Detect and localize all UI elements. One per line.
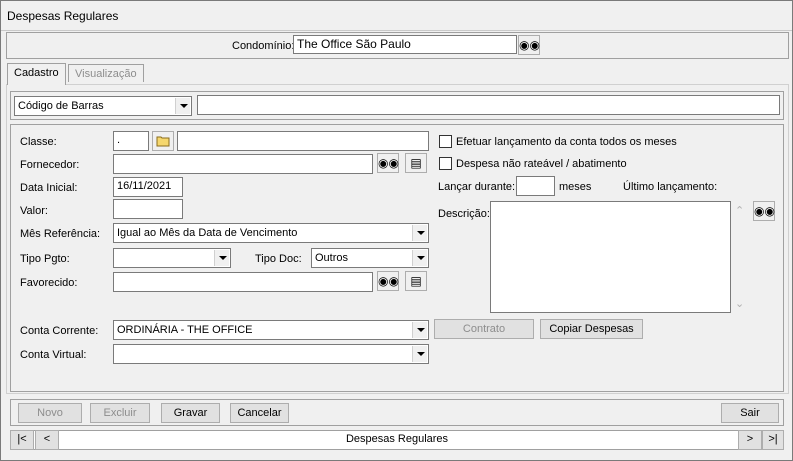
window: Despesas Regulares Condomínio: The Offic…	[0, 0, 793, 461]
fornecedor-label: Fornecedor:	[20, 159, 80, 171]
efetuar-label: Efetuar lançamento da conta todos os mes…	[456, 136, 677, 148]
edit-card-icon: ▤	[410, 274, 422, 288]
tipo-doc-label: Tipo Doc:	[255, 253, 302, 265]
data-inicial-input[interactable]: 16/11/2021	[113, 177, 183, 197]
classe-code-input[interactable]: .	[113, 131, 149, 151]
fornecedor-edit-button[interactable]: ▤	[405, 153, 427, 173]
novo-button[interactable]: Novo	[18, 403, 82, 423]
barcode-panel: Código de Barras	[10, 91, 784, 120]
cancelar-button[interactable]: Cancelar	[230, 403, 289, 423]
fornecedor-input[interactable]	[113, 154, 373, 174]
chevron-down-icon	[412, 225, 427, 241]
window-title: Despesas Regulares	[7, 9, 119, 23]
tipo-pgto-label: Tipo Pgto:	[20, 253, 70, 265]
favorecido-edit-button[interactable]: ▤	[405, 271, 427, 291]
excluir-button[interactable]: Excluir	[90, 403, 150, 423]
binoculars-icon: ◉◉	[378, 156, 399, 170]
copiar-despesas-button[interactable]: Copiar Despesas	[540, 319, 643, 339]
descricao-label: Descrição:	[438, 208, 490, 220]
valor-label: Valor:	[20, 205, 48, 217]
condominio-panel: Condomínio: The Office São Paulo ◉◉	[6, 32, 789, 59]
chevron-down-icon	[412, 250, 427, 266]
lancar-durante-input[interactable]	[516, 176, 555, 196]
barcode-input[interactable]	[197, 95, 780, 115]
nav-label: Despesas Regulares	[345, 433, 449, 445]
nav-first-button[interactable]: |<	[10, 430, 34, 450]
folder-icon	[156, 136, 170, 147]
data-inicial-label: Data Inicial:	[20, 182, 78, 194]
mes-referencia-select[interactable]: Igual ao Mês da Data de Vencimento	[113, 223, 429, 243]
classe-description-input[interactable]	[177, 131, 429, 151]
binoculars-icon: ◉◉	[378, 274, 399, 288]
tab-cadastro[interactable]: Cadastro	[7, 63, 66, 85]
search-favorecido-button[interactable]: ◉◉	[377, 271, 399, 291]
conta-corrente-value: ORDINÁRIA - THE OFFICE	[117, 324, 253, 336]
ultimo-lancamento-label: Último lançamento:	[623, 181, 718, 193]
conta-virtual-label: Conta Virtual:	[20, 349, 87, 361]
scroll-down-icon[interactable]: ⌄	[735, 297, 744, 310]
condominio-field[interactable]: The Office São Paulo	[293, 35, 517, 54]
edit-card-icon: ▤	[410, 156, 422, 170]
favorecido-label: Favorecido:	[20, 277, 78, 289]
tab-cadastro-label: Cadastro	[14, 67, 59, 79]
nav-next-button[interactable]: >	[738, 430, 762, 450]
contrato-button[interactable]: Contrato	[434, 319, 534, 339]
chevron-down-icon	[412, 322, 427, 338]
mes-referencia-value: Igual ao Mês da Data de Vencimento	[117, 227, 298, 239]
binoculars-icon: ◉◉	[754, 204, 775, 218]
descricao-textarea[interactable]	[490, 201, 731, 313]
tipo-doc-select[interactable]: Outros	[311, 248, 429, 268]
scroll-up-icon[interactable]: ⌃	[735, 204, 744, 217]
conta-corrente-select[interactable]: ORDINÁRIA - THE OFFICE	[113, 320, 429, 340]
mes-referencia-label: Mês Referência:	[20, 228, 101, 240]
sair-button[interactable]: Sair	[721, 403, 779, 423]
bottom-toolbar: Novo Excluir Gravar Cancelar Sair	[10, 399, 784, 426]
tab-visualizacao-label: Visualização	[75, 68, 137, 80]
tipo-pgto-select[interactable]	[113, 248, 231, 268]
tipo-doc-value: Outros	[315, 252, 349, 264]
barcode-type-value: Código de Barras	[18, 100, 104, 112]
gravar-button[interactable]: Gravar	[161, 403, 220, 423]
valor-input[interactable]	[113, 199, 183, 219]
nav-prev-button[interactable]: <	[35, 430, 59, 450]
efetuar-checkbox[interactable]	[439, 135, 452, 148]
nav-last-button[interactable]: >|	[762, 430, 784, 450]
barcode-type-select[interactable]: Código de Barras	[14, 96, 192, 116]
chevron-down-icon	[214, 250, 229, 266]
search-descricao-button[interactable]: ◉◉	[753, 201, 775, 221]
binoculars-icon: ◉◉	[519, 38, 540, 52]
condominio-label: Condomínio:	[232, 40, 295, 52]
search-fornecedor-button[interactable]: ◉◉	[377, 153, 399, 173]
record-navigator: |< < Despesas Regulares > >|	[10, 430, 784, 450]
title-bar: Despesas Regulares	[1, 1, 792, 31]
classe-label: Classe:	[20, 136, 57, 148]
lancar-durante-label: Lançar durante:	[438, 181, 516, 193]
despesa-nao-rateavel-label: Despesa não rateável / abatimento	[456, 158, 627, 170]
conta-virtual-select[interactable]	[113, 344, 429, 364]
tab-visualizacao[interactable]: Visualização	[68, 64, 144, 82]
conta-corrente-label: Conta Corrente:	[20, 325, 99, 337]
chevron-down-icon	[412, 346, 427, 362]
search-condominio-button[interactable]: ◉◉	[518, 35, 540, 55]
chevron-down-icon	[175, 98, 190, 114]
meses-label: meses	[559, 181, 592, 193]
classe-folder-button[interactable]	[152, 131, 174, 151]
despesa-nao-rateavel-checkbox[interactable]	[439, 157, 452, 170]
favorecido-input[interactable]	[113, 272, 373, 292]
